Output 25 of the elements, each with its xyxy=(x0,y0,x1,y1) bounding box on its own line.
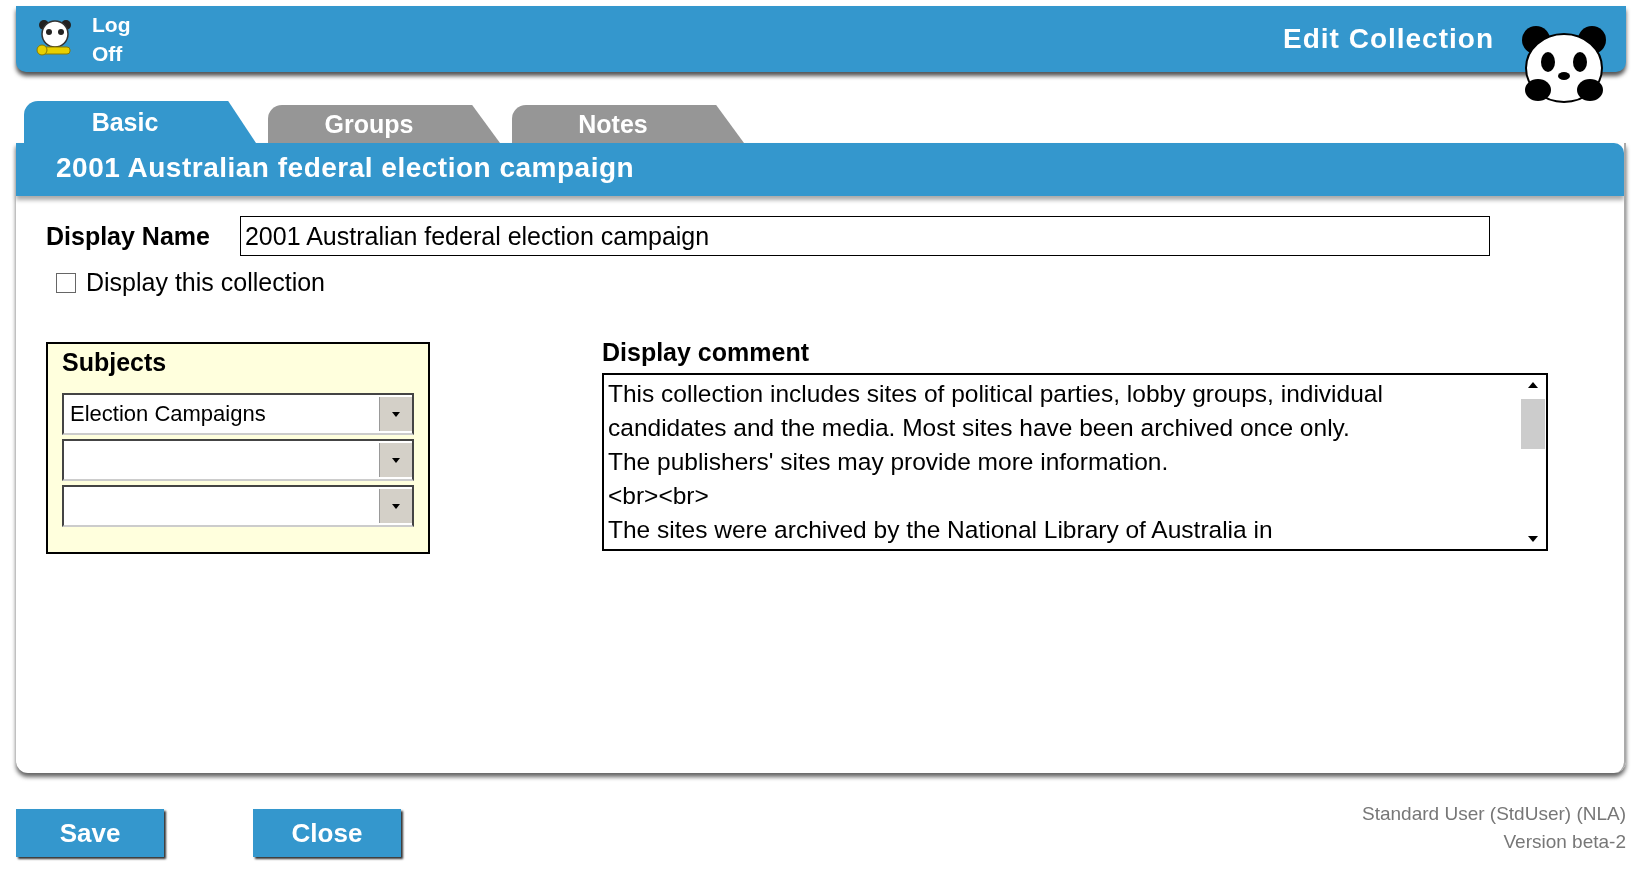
log-off-link[interactable]: Log Off xyxy=(92,10,131,68)
display-comment-field[interactable]: This collection includes sites of political parties, lobby groups, individual candidates and the media. Most sites have been archived once only. The publishers' sites may provide more information. <br><br> The sites were archived by the National Library of Australia in xyxy=(602,373,1548,551)
record-title-bar: 2001 Australian federal election campaign xyxy=(16,143,1624,196)
version-info: Version beta-2 xyxy=(1503,831,1626,853)
tab[interactable]: Basic xyxy=(24,101,256,143)
caret-icon xyxy=(392,503,400,509)
close-button[interactable]: Close xyxy=(253,809,401,857)
user-info: Standard User (StdUser) (NLA) xyxy=(1362,803,1626,825)
comment-heading: Display comment xyxy=(602,338,810,367)
checkbox[interactable] xyxy=(56,272,76,293)
subjects-heading: Subjects xyxy=(62,348,168,377)
page-title: Edit Collection xyxy=(1283,23,1494,55)
subject-dropdown[interactable]: Election Campaigns xyxy=(62,393,414,435)
scroll-up-icon[interactable] xyxy=(1527,381,1539,389)
caret-icon xyxy=(392,411,400,417)
field-label: Display Name xyxy=(46,221,210,251)
subject-dropdown[interactable] xyxy=(62,439,414,481)
tab[interactable]: Notes xyxy=(512,105,744,143)
subject-dropdown[interactable] xyxy=(62,485,414,527)
caret-icon xyxy=(392,457,400,463)
tab[interactable]: Groups xyxy=(268,105,500,143)
display-name-field[interactable]: 2001 Australian federal election campaign xyxy=(239,216,1490,256)
checkbox-label: Display this collection xyxy=(86,268,325,297)
scroll-down-icon[interactable] xyxy=(1527,535,1539,543)
save-button[interactable]: Save xyxy=(16,809,164,857)
